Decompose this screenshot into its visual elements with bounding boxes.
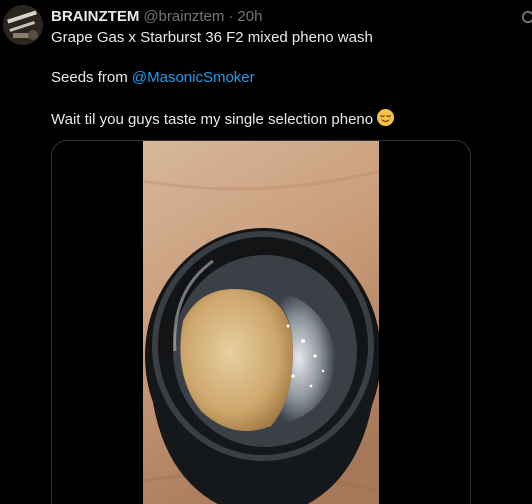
header-separator: · (228, 7, 234, 25)
tweet-time[interactable]: 20h (237, 8, 262, 25)
tweet-text-line-2: Seeds from @MasonicSmoker (51, 68, 255, 88)
jar-photo (143, 141, 379, 504)
relieved-face-icon (376, 108, 395, 133)
tweet-header: BRAINZTEM @brainztem · 20h (51, 6, 262, 26)
tweet-text-line-1: Grape Gas x Starburst 36 F2 mixed pheno … (51, 29, 373, 46)
more-button[interactable] (521, 6, 532, 28)
tweet-card: BRAINZTEM @brainztem · 20h Grape Gas x S… (0, 0, 532, 504)
avatar-image (3, 5, 43, 45)
tweet-media[interactable] (51, 140, 471, 504)
tweet-text-line-3: Wait til you guys taste my single select… (51, 108, 395, 133)
pheno-text: Wait til you guys taste my single select… (51, 111, 374, 128)
avatar[interactable] (3, 5, 43, 45)
seeds-prefix: Seeds from (51, 69, 132, 86)
more-icon (521, 10, 532, 24)
mention-link[interactable]: @MasonicSmoker (132, 69, 255, 86)
author-name[interactable]: BRAINZTEM (51, 8, 139, 25)
author-handle[interactable]: @brainztem (143, 8, 224, 25)
